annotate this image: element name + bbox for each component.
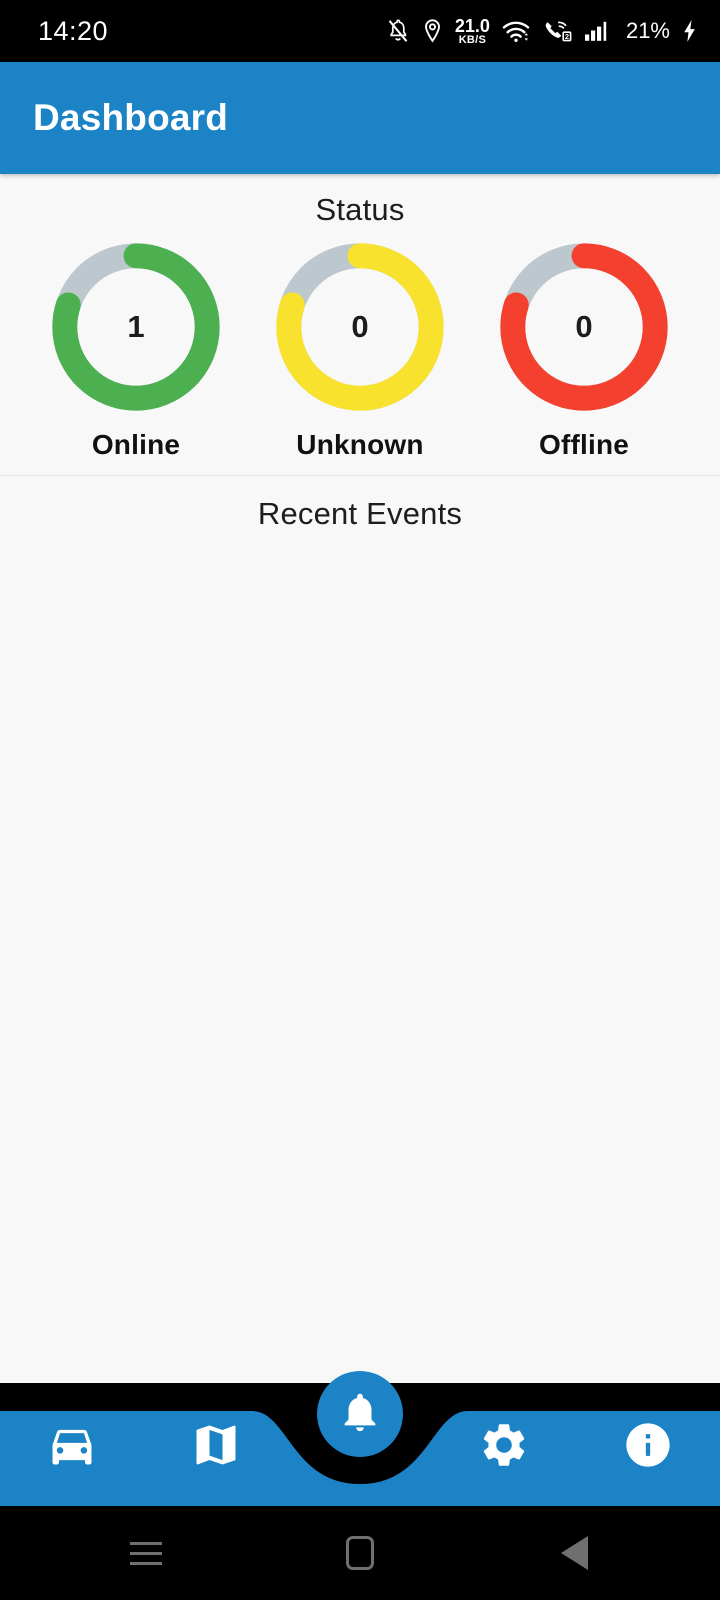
gauge-value-unknown: 0 xyxy=(351,309,369,344)
battery-charging-icon xyxy=(681,18,698,44)
network-speed-icon: 21.0 KB/S xyxy=(455,17,490,46)
home-icon xyxy=(346,1536,374,1570)
bottom-nav-map[interactable] xyxy=(144,1389,288,1506)
status-section-title: Status xyxy=(315,192,405,227)
location-pin-icon xyxy=(421,18,444,44)
bell-icon xyxy=(337,1389,383,1440)
notifications-off-icon xyxy=(386,18,410,44)
wifi-icon xyxy=(501,18,531,44)
back-icon xyxy=(560,1536,588,1570)
main-content: Status 1 Online 0 Unknown 0 Offline Rece… xyxy=(0,174,720,1383)
home-button[interactable] xyxy=(325,1518,395,1588)
car-icon xyxy=(46,1419,98,1476)
status-gauge-unknown[interactable]: 0 Unknown xyxy=(260,238,460,461)
recent-events-list[interactable] xyxy=(0,532,720,1352)
bottom-nav-vehicles[interactable] xyxy=(0,1389,144,1506)
network-speed-unit: KB/S xyxy=(458,33,487,46)
back-button[interactable] xyxy=(539,1518,609,1588)
status-gauges: 1 Online 0 Unknown 0 Offline xyxy=(0,238,720,461)
donut-chart-unknown: 0 xyxy=(271,238,449,416)
gauge-value-offline: 0 xyxy=(575,309,593,344)
recent-events-section: Recent Events xyxy=(0,476,720,1352)
gauge-label-online: Online xyxy=(91,429,181,460)
sim-badge-number: 2 xyxy=(565,32,569,41)
gauge-label-offline: Offline xyxy=(538,429,630,460)
system-status-bar: 14:20 21.0 KB/S 2 21% xyxy=(0,0,720,62)
section-divider xyxy=(0,475,720,476)
status-bar-icons: 21.0 KB/S 2 21% xyxy=(386,17,698,46)
call-signal-icon: 2 xyxy=(542,18,572,44)
alerts-fab-button[interactable] xyxy=(317,1371,403,1457)
donut-chart-online: 1 xyxy=(47,238,225,416)
bottom-nav-info[interactable] xyxy=(576,1389,720,1506)
map-icon xyxy=(190,1419,242,1476)
network-speed-value: 21.0 xyxy=(454,15,490,36)
gear-icon xyxy=(478,1419,530,1476)
recent-events-title: Recent Events xyxy=(257,496,463,531)
recents-icon xyxy=(130,1541,162,1565)
system-navigation-bar xyxy=(0,1506,720,1600)
status-bar-clock: 14:20 xyxy=(38,15,109,46)
gauge-value-online: 1 xyxy=(127,309,145,344)
info-icon xyxy=(622,1419,674,1476)
bottom-app-bar xyxy=(0,1371,720,1506)
cellular-signal-icon xyxy=(583,18,613,44)
page-title: Dashboard xyxy=(33,97,229,138)
battery-percent-label: 21% xyxy=(625,18,670,43)
status-gauge-offline[interactable]: 0 Offline xyxy=(484,238,684,461)
app-bar: Dashboard xyxy=(0,62,720,174)
phone-screen: 14:20 21.0 KB/S 2 21% Dashboard Status 1… xyxy=(0,0,720,1600)
bottom-nav-settings[interactable] xyxy=(432,1389,576,1506)
recents-button[interactable] xyxy=(111,1518,181,1588)
status-section: Status 1 Online 0 Unknown 0 Offline xyxy=(0,174,720,476)
donut-chart-offline: 0 xyxy=(495,238,673,416)
status-gauge-online[interactable]: 1 Online xyxy=(36,238,236,461)
gauge-label-unknown: Unknown xyxy=(296,429,424,460)
